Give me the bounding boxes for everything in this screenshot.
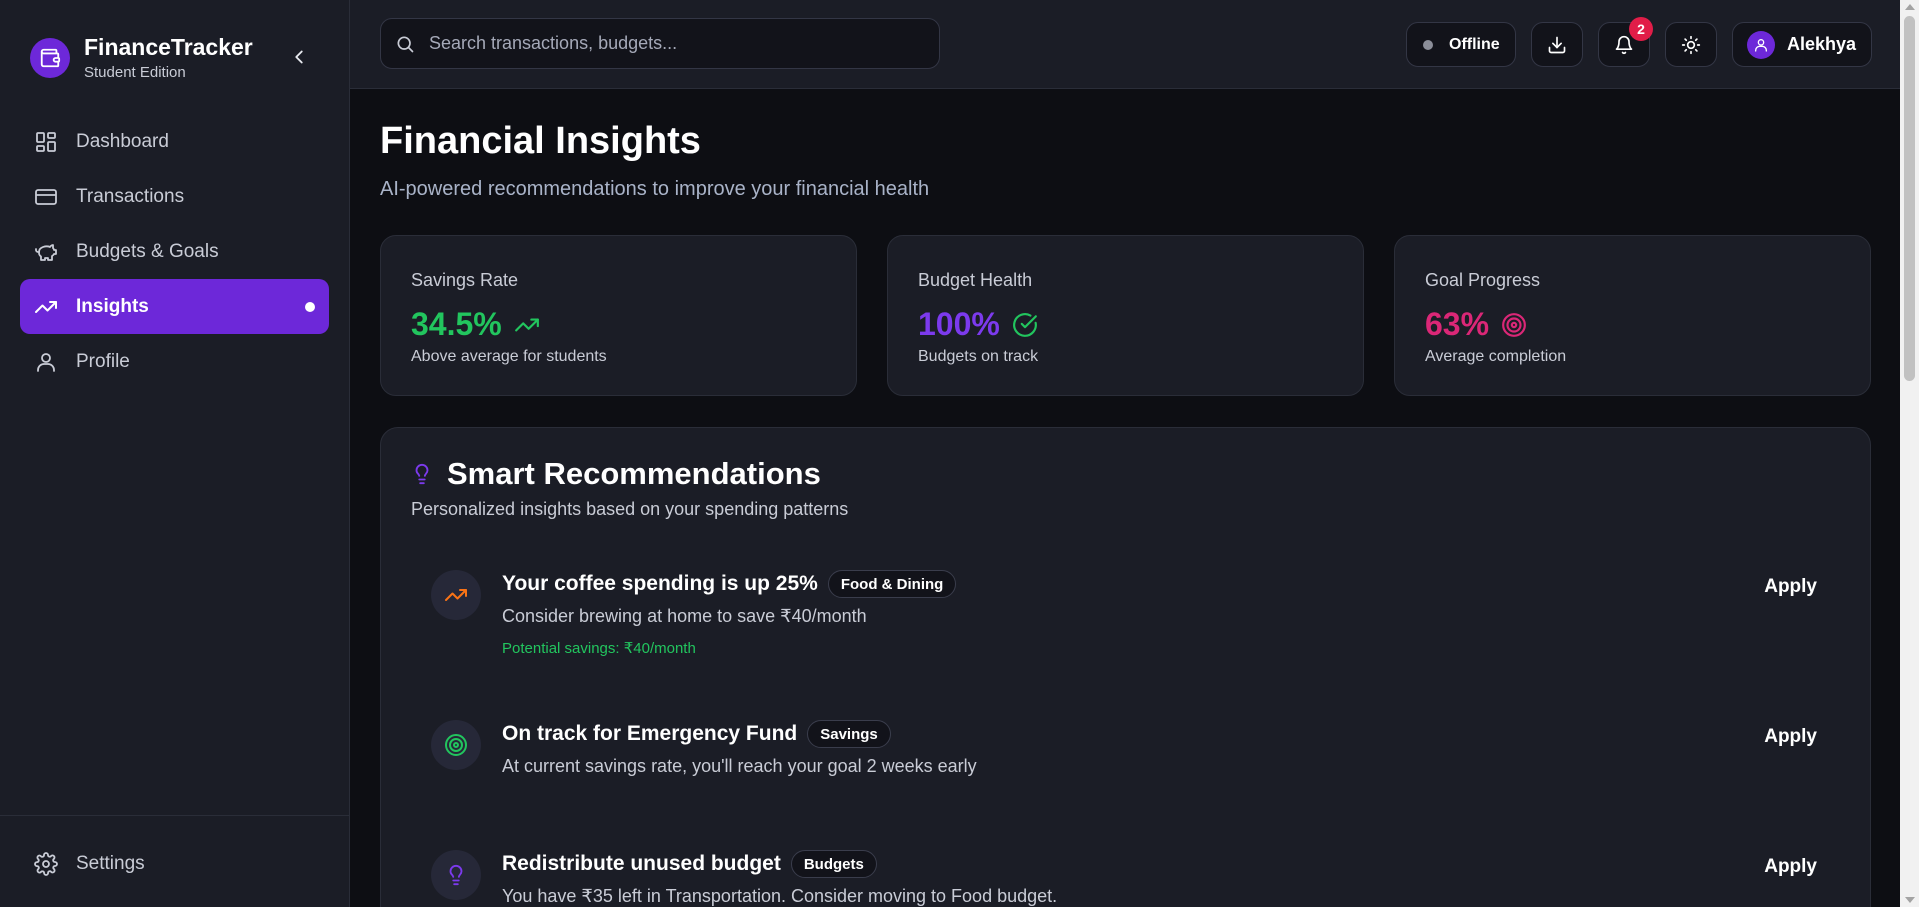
- section-title: Smart Recommendations: [447, 456, 821, 491]
- download-button[interactable]: [1531, 22, 1583, 67]
- brand-subtitle: Student Edition: [84, 64, 186, 81]
- search-input[interactable]: [429, 33, 909, 54]
- stat-value: 63%: [1425, 306, 1490, 342]
- trending-up-icon: [431, 570, 481, 620]
- user-name: Alekhya: [1787, 34, 1857, 54]
- check-circle-icon: [1012, 312, 1038, 338]
- stat-value: 100%: [918, 306, 1000, 342]
- bell-icon: [1614, 35, 1634, 55]
- sidebar-item-label: Profile: [76, 350, 130, 372]
- theme-toggle-button[interactable]: [1665, 22, 1717, 67]
- page-title: Financial Insights: [380, 120, 701, 162]
- grid-icon: [34, 130, 58, 154]
- gear-icon: [34, 851, 58, 876]
- potential-savings: Potential savings: ₹40/month: [502, 640, 696, 657]
- lightbulb-icon: [431, 850, 481, 900]
- user-menu-button[interactable]: Alekhya: [1732, 22, 1872, 67]
- sidebar-item-budgets-goals[interactable]: Budgets & Goals: [20, 224, 329, 279]
- sidebar-item-label: Dashboard: [76, 130, 169, 152]
- status-text: Offline: [1449, 35, 1500, 53]
- user-icon: [34, 350, 58, 374]
- recommendation-description: At current savings rate, you'll reach yo…: [502, 756, 977, 776]
- download-icon: [1547, 35, 1567, 55]
- sidebar: FinanceTracker Student Edition Dashboard…: [0, 0, 350, 907]
- sun-icon: [1681, 35, 1701, 55]
- category-tag: Savings: [807, 720, 891, 748]
- apply-button[interactable]: Apply: [1764, 856, 1817, 878]
- stat-label: Budget Health: [918, 270, 1033, 290]
- brand[interactable]: FinanceTracker Student Edition: [30, 34, 253, 81]
- category-tag: Food & Dining: [827, 570, 957, 598]
- stat-card-savings-rate: Savings Rate 34.5% Above average for stu…: [380, 235, 857, 396]
- sidebar-item-profile[interactable]: Profile: [20, 334, 329, 389]
- connection-status-badge: Offline: [1406, 22, 1516, 67]
- scrollbar-thumb[interactable]: [1904, 16, 1915, 381]
- page-subtitle: AI-powered recommendations to improve yo…: [380, 178, 930, 200]
- notification-count-badge: 2: [1629, 17, 1653, 41]
- stat-note: Average completion: [1425, 348, 1567, 365]
- stat-note: Budgets on track: [918, 348, 1039, 365]
- sidebar-item-label: Budgets & Goals: [76, 240, 219, 262]
- recommendation-title: Redistribute unused budget: [502, 852, 781, 875]
- section-subtitle: Personalized insights based on your spen…: [411, 499, 849, 519]
- search-bar[interactable]: [380, 18, 940, 69]
- trending-up-icon: [34, 295, 58, 319]
- target-icon: [1501, 312, 1527, 338]
- sidebar-item-label: Transactions: [76, 185, 185, 207]
- credit-card-icon: [34, 185, 58, 209]
- recommendation-description: Consider brewing at home to save ₹40/mon…: [502, 606, 867, 626]
- scrollbar[interactable]: [1900, 0, 1919, 907]
- stat-label: Goal Progress: [1425, 270, 1541, 290]
- sidebar-item-settings[interactable]: Settings: [20, 836, 329, 891]
- category-tag: Budgets: [790, 850, 877, 878]
- apply-button[interactable]: Apply: [1764, 576, 1817, 598]
- topbar: Offline 2 Alekhya: [350, 0, 1900, 89]
- target-icon: [431, 720, 481, 770]
- smart-recommendations-panel: Smart Recommendations Personalized insig…: [380, 427, 1871, 907]
- recommendation-title: Your coffee spending is up 25%: [502, 572, 818, 595]
- notifications-button[interactable]: 2: [1598, 17, 1653, 67]
- trending-up-icon: [514, 312, 540, 338]
- piggy-bank-icon: [34, 240, 58, 264]
- search-icon: [395, 34, 415, 54]
- recommendation-description: You have ₹35 left in Transportation. Con…: [502, 886, 1058, 906]
- stat-label: Savings Rate: [411, 270, 519, 290]
- avatar: [1747, 30, 1775, 59]
- recommendation-title: On track for Emergency Fund: [502, 722, 798, 745]
- stat-note: Above average for students: [411, 348, 607, 365]
- sidebar-nav: Dashboard Transactions Budgets & Goals I…: [20, 114, 329, 389]
- sidebar-item-label: Insights: [76, 295, 149, 317]
- sidebar-item-transactions[interactable]: Transactions: [20, 169, 329, 224]
- scroll-down-arrow-icon[interactable]: [1905, 897, 1915, 903]
- stat-value: 34.5%: [411, 306, 502, 342]
- chevron-left-icon[interactable]: [288, 46, 310, 68]
- sidebar-item-label: Settings: [76, 852, 145, 874]
- apply-button[interactable]: Apply: [1764, 726, 1817, 748]
- stat-card-goal-progress: Goal Progress 63% Average completion: [1394, 235, 1871, 396]
- wallet-icon: [30, 37, 70, 78]
- sidebar-item-insights[interactable]: Insights: [20, 279, 329, 334]
- brand-title: FinanceTracker: [84, 34, 253, 60]
- sidebar-divider: [0, 815, 350, 816]
- sidebar-item-dashboard[interactable]: Dashboard: [20, 114, 329, 169]
- stat-card-budget-health: Budget Health 100% Budgets on track: [887, 235, 1364, 396]
- status-dot: [1423, 39, 1433, 50]
- scroll-up-arrow-icon[interactable]: [1905, 4, 1915, 10]
- active-indicator-dot: [305, 302, 315, 312]
- lightbulb-icon: [411, 461, 433, 487]
